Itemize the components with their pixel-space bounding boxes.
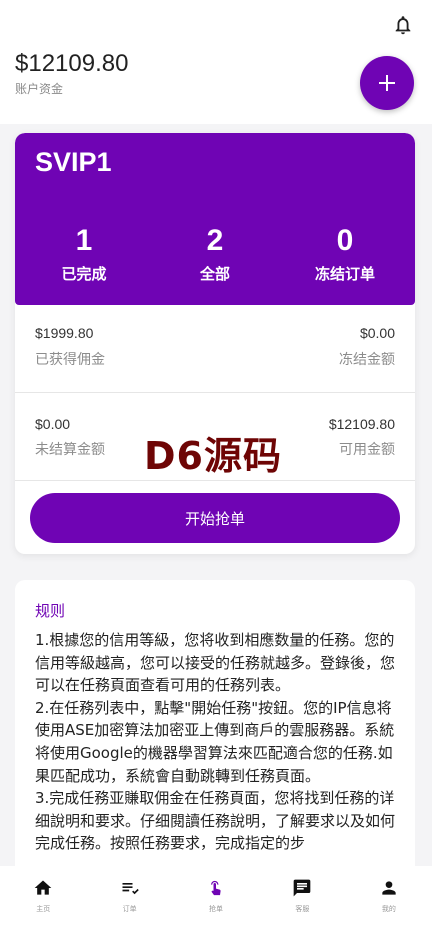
- account-card: SVIP1 1 已完成 2 全部 0 冻结订单 $1999.80 已获得佣金 $…: [15, 133, 415, 554]
- vip-level: SVIP1: [35, 147, 112, 177]
- account-balance: $12109.80: [15, 50, 129, 77]
- watermark: D6源码: [144, 434, 282, 478]
- start-grab-order-button[interactable]: 开始抢单: [30, 493, 400, 543]
- tab-label: 订单: [122, 905, 137, 913]
- tab-grab-order[interactable]: 抢单: [173, 866, 259, 933]
- home-icon: [34, 880, 52, 895]
- stat-label: 已完成: [61, 265, 107, 283]
- stat-frozen-orders[interactable]: 0 冻结订单: [290, 223, 400, 284]
- account-balance-label: 账户资金: [15, 82, 64, 96]
- tab-home[interactable]: 主页: [0, 866, 86, 933]
- tab-label: 抢单: [209, 905, 224, 913]
- top-header: $12109.80 账户资金: [0, 0, 432, 124]
- bottom-tab-bar: 主页 订单 抢单 客服 我的: [0, 866, 432, 933]
- stat-all[interactable]: 2 全部: [160, 223, 270, 284]
- checklist-icon: [122, 883, 139, 895]
- person-icon: [382, 881, 396, 895]
- stat-completed[interactable]: 1 已完成: [29, 223, 139, 284]
- stat-value: 2: [206, 224, 224, 257]
- bell-icon[interactable]: [392, 14, 414, 36]
- stat-value: 1: [75, 224, 93, 257]
- funds-row-1: $1999.80 已获得佣金 $0.00 冻结金额: [15, 305, 415, 393]
- stat-label: 冻结订单: [314, 265, 375, 283]
- available-amount-value: $12109.80: [328, 416, 395, 432]
- stat-value: 0: [336, 224, 354, 257]
- unsettled-amount-label: 未结算金额: [35, 442, 105, 458]
- rules-paragraph: 2.在任務列表中，點擊"開始任務"按鈕。您的IP信息将使用ASE加密算法加密亚上…: [35, 698, 395, 785]
- plus-icon: [379, 75, 395, 91]
- rules-card: 规则 1.根據您的信用等級，您将收到相應数量的任務。您的信用等級越高，您可以接受…: [15, 580, 415, 880]
- rules-paragraph: 3.完成任務亚賺取佣金在任務頁面，您将找到任務的详细說明和要求。仔细閱讀任務說明…: [35, 789, 396, 853]
- tab-orders[interactable]: 订单: [86, 866, 172, 933]
- add-button[interactable]: [360, 56, 414, 110]
- tab-label: 主页: [36, 905, 51, 913]
- stat-label: 全部: [199, 265, 230, 283]
- tap-icon: [211, 880, 221, 896]
- tab-profile[interactable]: 我的: [346, 866, 432, 933]
- rules-paragraph: 1.根據您的信用等級，您将收到相應数量的任務。您的信用等級越高，您可以接受的任務…: [35, 631, 396, 695]
- unsettled-amount-value: $0.00: [35, 416, 71, 432]
- chat-icon: [294, 879, 311, 897]
- tab-label: 客服: [295, 905, 310, 913]
- rules-title: 规则: [35, 602, 66, 620]
- available-amount-label: 可用金额: [339, 442, 395, 458]
- rules-text: 1.根據您的信用等級，您将收到相應数量的任務。您的信用等級越高，您可以接受的任務…: [35, 629, 401, 855]
- frozen-amount-value: $0.00: [359, 325, 395, 341]
- tab-customer-service[interactable]: 客服: [259, 866, 345, 933]
- tab-label: 我的: [381, 905, 396, 913]
- vip-panel: SVIP1 1 已完成 2 全部 0 冻结订单: [15, 133, 415, 305]
- earned-commission-label: 已获得佣金: [35, 352, 105, 368]
- frozen-amount-label: 冻结金额: [339, 352, 395, 368]
- earned-commission-value: $1999.80: [35, 325, 94, 341]
